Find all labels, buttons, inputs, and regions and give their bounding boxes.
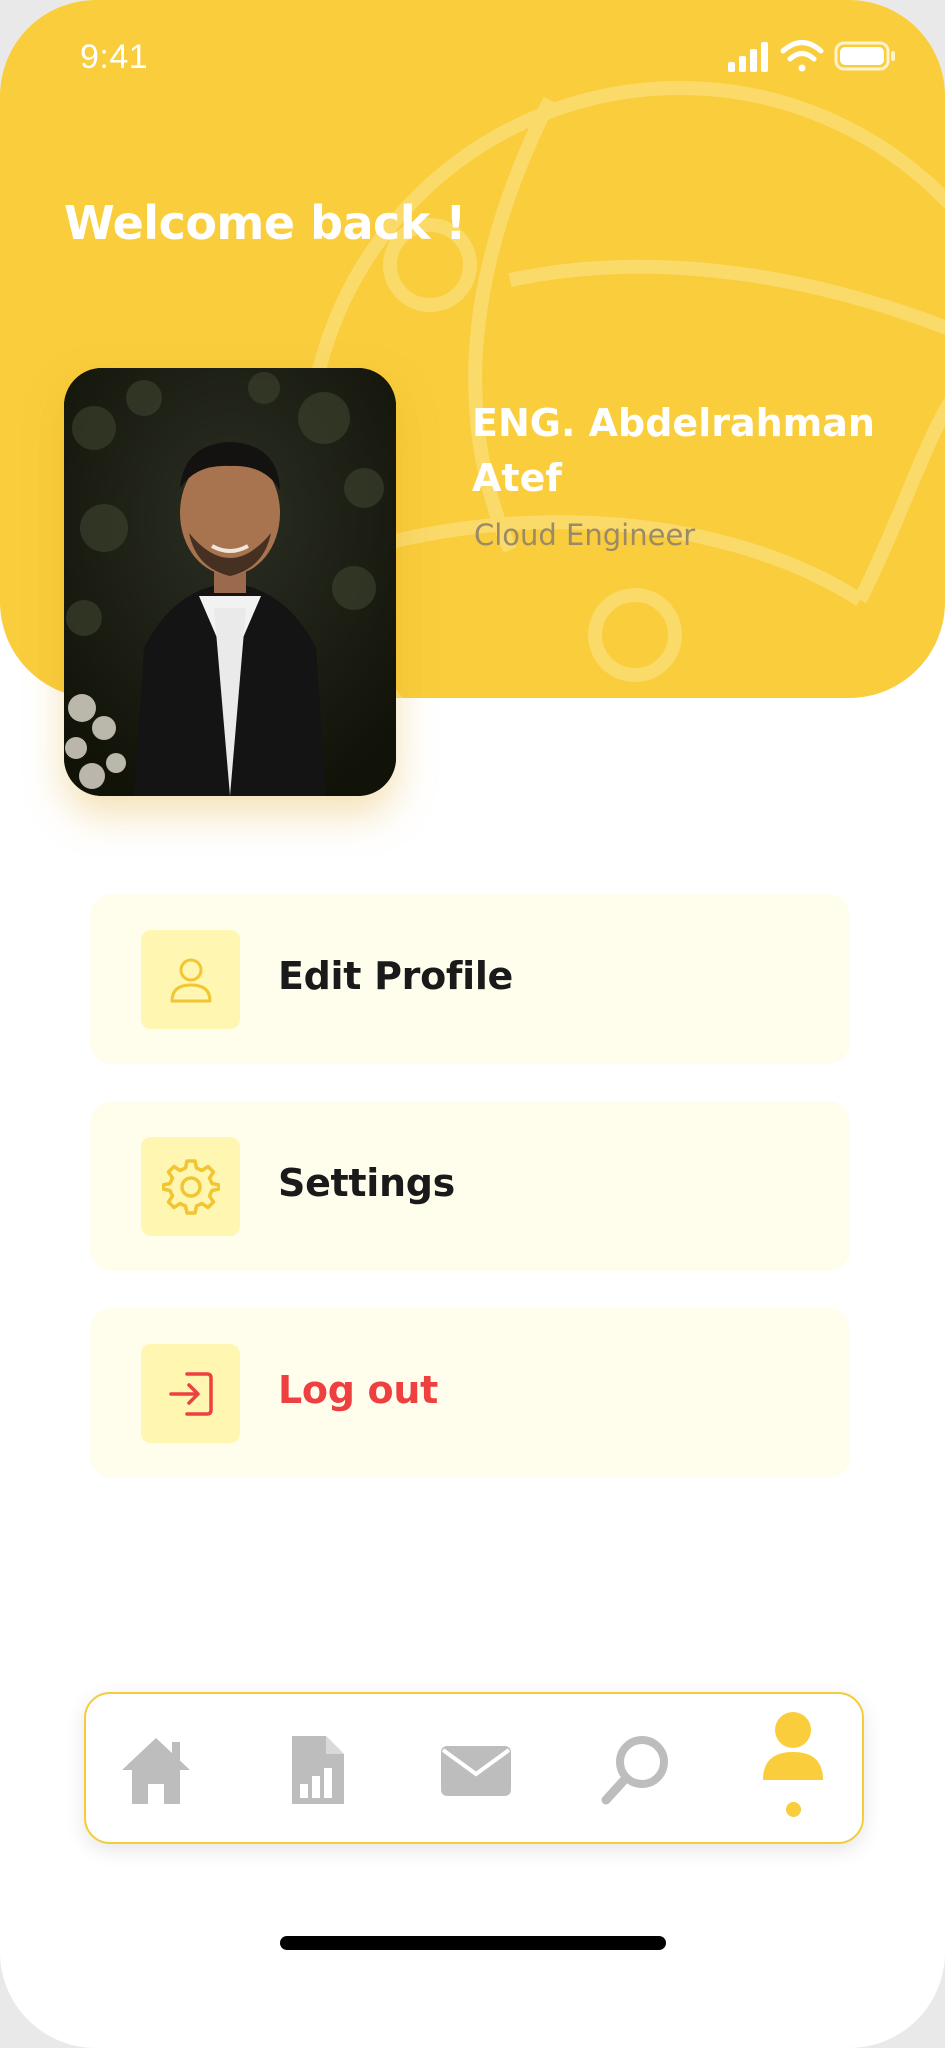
user-role: Cloud Engineer: [474, 518, 696, 552]
wifi-icon: [780, 40, 824, 72]
nav-search[interactable]: [596, 1730, 676, 1810]
search-icon: [601, 1736, 668, 1805]
signal-icon: [728, 42, 768, 72]
nav-profile[interactable]: [753, 1710, 833, 1790]
phone-screen: 9:41 Welcome back ! ENG. Abdelrahman Ate…: [0, 0, 945, 2048]
report-icon: [292, 1736, 344, 1804]
welcome-title: Welcome back !: [64, 196, 466, 250]
menu-label-logout: Log out: [278, 1368, 438, 1412]
menu-icon-box: [141, 1137, 240, 1236]
menu-label-settings: Settings: [278, 1161, 455, 1205]
logout-icon: [168, 1371, 213, 1416]
mail-icon: [441, 1746, 511, 1796]
menu-label-edit-profile: Edit Profile: [278, 954, 514, 998]
status-time: 9:41: [80, 38, 149, 76]
status-bar: 9:41: [0, 0, 945, 120]
profile-icon: [763, 1712, 823, 1780]
decorative-globe-pattern: [301, 81, 945, 698]
menu-icon-box: [141, 930, 240, 1029]
home-indicator: [280, 1936, 666, 1950]
gear-icon: [161, 1158, 220, 1215]
user-icon: [170, 958, 211, 1002]
menu-icon-box: [141, 1344, 240, 1443]
avatar-photo: [64, 368, 396, 796]
nav-reports[interactable]: [278, 1730, 358, 1810]
menu-item-settings[interactable]: Settings: [90, 1101, 850, 1271]
nav-messages[interactable]: [436, 1730, 516, 1810]
bottom-nav: [84, 1692, 864, 1844]
nav-active-indicator: [786, 1802, 801, 1817]
user-name: ENG. Abdelrahman Atef: [472, 401, 875, 500]
menu-item-logout[interactable]: Log out: [90, 1308, 850, 1478]
battery-icon: [834, 41, 895, 71]
status-icons: [728, 40, 895, 72]
home-icon: [122, 1738, 190, 1804]
avatar[interactable]: [64, 368, 396, 796]
menu-item-edit-profile[interactable]: Edit Profile: [90, 894, 850, 1064]
nav-home[interactable]: [116, 1730, 196, 1810]
